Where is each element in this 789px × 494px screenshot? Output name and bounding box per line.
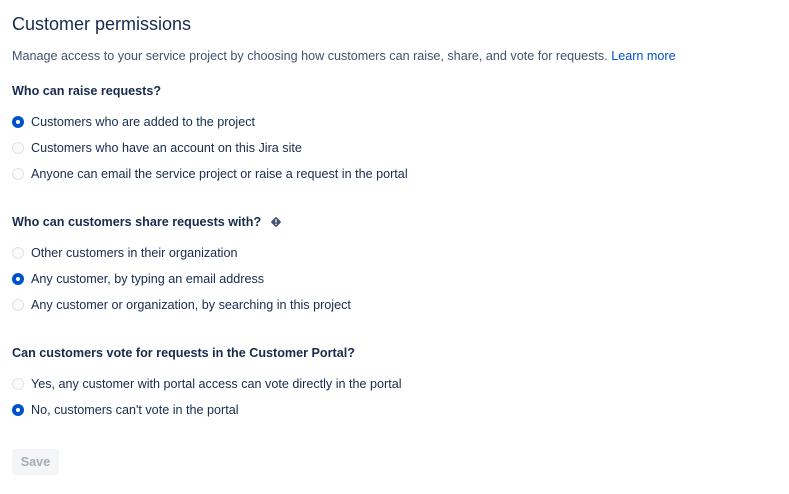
radio-option[interactable]: Customers who have an account on this Ji… — [12, 135, 408, 161]
radio-button[interactable] — [12, 142, 24, 154]
customer-permissions-page: Customer permissions Manage access to yo… — [12, 12, 782, 475]
share-requests-section: Who can customers share requests with? O… — [12, 214, 351, 312]
radio-button[interactable] — [12, 299, 24, 311]
vote-requests-section: Can customers vote for requests in the C… — [12, 345, 402, 417]
radio-button[interactable] — [12, 273, 24, 285]
save-button[interactable]: Save — [12, 449, 59, 475]
radio-button[interactable] — [12, 404, 24, 416]
radio-option[interactable]: Yes, any customer with portal access can… — [12, 371, 402, 397]
radio-label[interactable]: Any customer or organization, by searchi… — [31, 297, 351, 313]
description-text: Manage access to your service project by… — [12, 49, 608, 63]
radio-label[interactable]: Yes, any customer with portal access can… — [31, 376, 402, 392]
radio-option[interactable]: Other customers in their organization — [12, 240, 351, 266]
vote-requests-radio-group: Yes, any customer with portal access can… — [12, 371, 402, 423]
radio-label[interactable]: Customers who are added to the project — [31, 114, 255, 130]
section-heading-text: Can customers vote for requests in the C… — [12, 346, 355, 360]
radio-button[interactable] — [12, 378, 24, 390]
learn-more-link[interactable]: Learn more — [611, 49, 675, 63]
section-heading-text: Who can customers share requests with? — [12, 215, 262, 229]
radio-option[interactable]: Any customer or organization, by searchi… — [12, 292, 351, 318]
radio-label[interactable]: Other customers in their organization — [31, 245, 238, 261]
radio-button[interactable] — [12, 247, 24, 259]
page-description: Manage access to your service project by… — [12, 48, 676, 64]
radio-option[interactable]: No, customers can't vote in the portal — [12, 397, 402, 423]
raise-requests-heading: Who can raise requests? — [12, 83, 161, 99]
vote-requests-heading: Can customers vote for requests in the C… — [12, 345, 355, 361]
radio-button[interactable] — [12, 168, 24, 180]
warning-diamond-icon[interactable] — [270, 216, 282, 228]
raise-requests-section: Who can raise requests? Customers who ar… — [12, 83, 408, 181]
radio-label[interactable]: Any customer, by typing an email address — [31, 271, 264, 287]
radio-label[interactable]: Anyone can email the service project or … — [31, 166, 408, 182]
share-requests-heading: Who can customers share requests with? — [12, 214, 282, 230]
radio-option[interactable]: Anyone can email the service project or … — [12, 161, 408, 187]
radio-option[interactable]: Customers who are added to the project — [12, 109, 408, 135]
radio-label[interactable]: Customers who have an account on this Ji… — [31, 140, 302, 156]
share-requests-radio-group: Other customers in their organization An… — [12, 240, 351, 318]
raise-requests-radio-group: Customers who are added to the project C… — [12, 109, 408, 187]
page-title: Customer permissions — [12, 14, 192, 34]
radio-button[interactable] — [12, 116, 24, 128]
section-heading-text: Who can raise requests? — [12, 84, 162, 98]
radio-option[interactable]: Any customer, by typing an email address — [12, 266, 351, 292]
radio-label[interactable]: No, customers can't vote in the portal — [31, 402, 239, 418]
